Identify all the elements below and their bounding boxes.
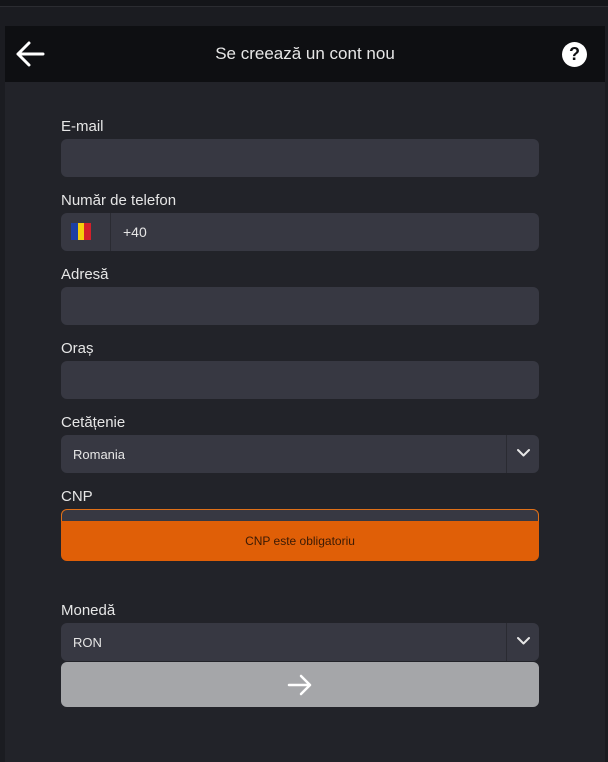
email-label: E-mail <box>61 118 104 135</box>
phone-prefix: +40 <box>123 224 147 240</box>
citizenship-value: Romania <box>73 447 126 462</box>
city-field[interactable] <box>61 361 539 399</box>
submit-button[interactable] <box>61 662 539 707</box>
currency-value: RON <box>73 635 102 650</box>
citizenship-select[interactable]: Romania <box>61 435 539 473</box>
city-label: Oraș <box>61 340 94 357</box>
help-icon[interactable]: ? <box>562 42 587 67</box>
romania-flag-icon <box>71 223 92 240</box>
page-title: Se creează un cont nou <box>215 44 395 63</box>
cnp-label: CNP <box>61 488 93 505</box>
email-field[interactable] <box>61 139 539 177</box>
modal-header: Se creează un cont nou ? <box>5 26 605 82</box>
phone-field[interactable]: +40 <box>61 213 539 251</box>
address-field[interactable] <box>61 287 539 325</box>
arrow-right-icon <box>287 674 312 696</box>
citizenship-label: Cetățenie <box>61 414 126 431</box>
cnp-error-message: CNP este obligatoriu <box>61 521 539 561</box>
phone-label: Număr de telefon <box>61 192 177 209</box>
currency-select[interactable]: RON <box>61 623 539 661</box>
chevron-down-icon[interactable] <box>506 435 539 473</box>
country-code-selector[interactable] <box>61 213 111 251</box>
chevron-down-icon[interactable] <box>506 623 539 661</box>
top-bar <box>0 0 608 7</box>
address-label: Adresă <box>61 266 109 283</box>
currency-label: Monedă <box>61 602 116 619</box>
